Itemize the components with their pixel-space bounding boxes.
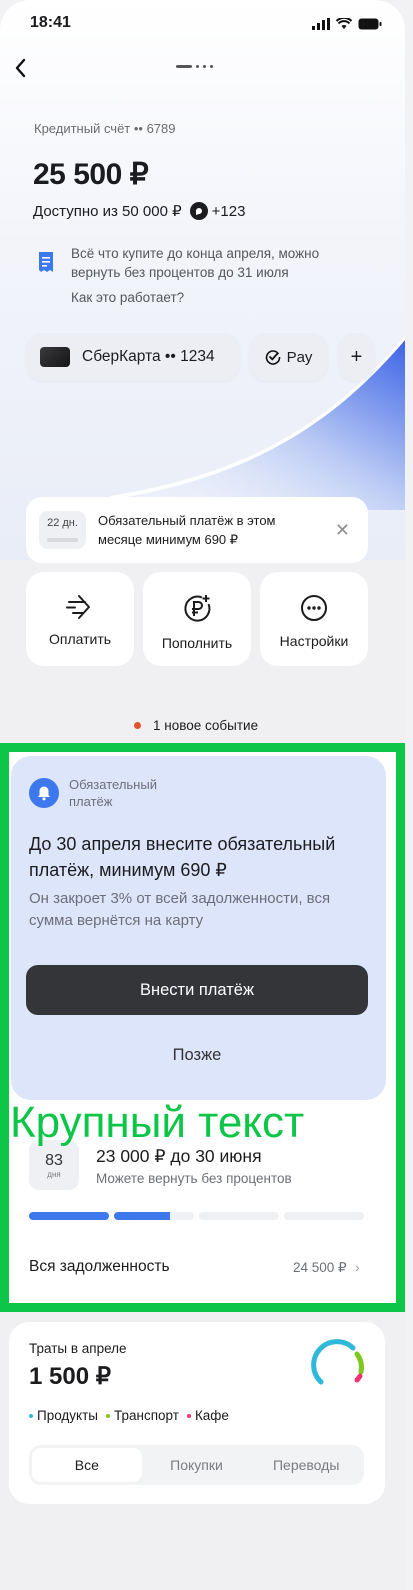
notice-text: Обязательный платёж в этом месяце миниму…: [98, 513, 276, 547]
days-left: 22 дн.: [47, 517, 78, 529]
pay-arrow-icon: [66, 595, 90, 619]
action-settings[interactable]: Настройки: [260, 572, 368, 666]
battery-icon: [358, 18, 382, 30]
event-text: 1 новое событие: [153, 718, 259, 733]
status-icons: [312, 16, 382, 30]
new-event-indicator[interactable]: 1 новое событие: [134, 718, 258, 733]
card-label: СберКарта •• 1234: [82, 348, 215, 365]
add-card-button[interactable]: +: [338, 333, 375, 381]
available-limit: Доступно из 50 000 ₽ +123: [33, 202, 245, 220]
mandatory-payment-notice[interactable]: 22 дн. Обязательный платёж в этом месяце…: [26, 497, 368, 563]
balance-amount: 25 500 ₽: [33, 158, 149, 191]
ruble-plus-icon: [184, 595, 211, 622]
receipt-icon: [39, 252, 53, 272]
days-progress: [47, 538, 78, 542]
card-selector[interactable]: СберКарта •• 1234: [26, 333, 240, 381]
decorative-wave: [110, 336, 405, 510]
legend-item: Транспорт: [106, 1408, 179, 1423]
spending-tabs: Все Покупки Переводы: [29, 1445, 364, 1485]
action-label: Настройки: [279, 633, 349, 649]
ring-segment-cafe: [354, 1373, 363, 1383]
spending-label: Траты в апреле: [29, 1341, 127, 1356]
status-time: 18:41: [30, 14, 71, 31]
card-icon: [40, 347, 70, 367]
action-pay[interactable]: Оплатить: [26, 572, 134, 666]
signal-icon: [312, 18, 330, 30]
action-label: Пополнить: [161, 635, 233, 651]
back-arrow-icon[interactable]: [8, 54, 36, 82]
event-dot: [134, 722, 141, 729]
spasibo-bonus-icon: [189, 202, 208, 220]
spending-ring-chart: [311, 1339, 364, 1385]
tab-transfers[interactable]: Переводы: [251, 1448, 361, 1482]
legend-item: Кафе: [186, 1408, 229, 1423]
wifi-icon: [336, 18, 352, 29]
account-label: Кредитный счёт •• 6789: [34, 121, 176, 136]
spending-legend: Продукты Транспорт Кафе: [29, 1408, 229, 1423]
spending-value: 1 500 ₽: [29, 1363, 111, 1390]
tab-purchases[interactable]: Покупки: [142, 1448, 252, 1482]
how-it-works-link[interactable]: Как это работает?: [71, 290, 184, 305]
more-menu-handle[interactable]: [176, 65, 213, 68]
check-circle-icon: [265, 350, 280, 365]
tab-all[interactable]: Все: [32, 1448, 142, 1482]
bonus-points: +123: [211, 202, 246, 220]
days-left-badge: 22 дн.: [39, 511, 86, 549]
close-icon[interactable]: ✕: [335, 521, 350, 539]
action-label: Оплатить: [48, 631, 112, 647]
ring-segment-transport: [354, 1351, 364, 1375]
grace-period-info: Всё что купите до конца апреля, можно ве…: [71, 246, 320, 280]
ring-segment-groceries: [311, 1339, 356, 1385]
pay-label: Pay: [286, 348, 313, 366]
legend-item: Продукты: [29, 1408, 98, 1423]
highlight-frame: [0, 743, 405, 1312]
large-text-label: Крупный текст: [10, 1098, 305, 1147]
pay-button[interactable]: Pay: [249, 333, 328, 381]
action-top-up[interactable]: Пополнить: [143, 572, 251, 666]
available-text: Доступно из 50 000 ₽: [33, 203, 182, 220]
more-dots-icon: [301, 595, 327, 621]
